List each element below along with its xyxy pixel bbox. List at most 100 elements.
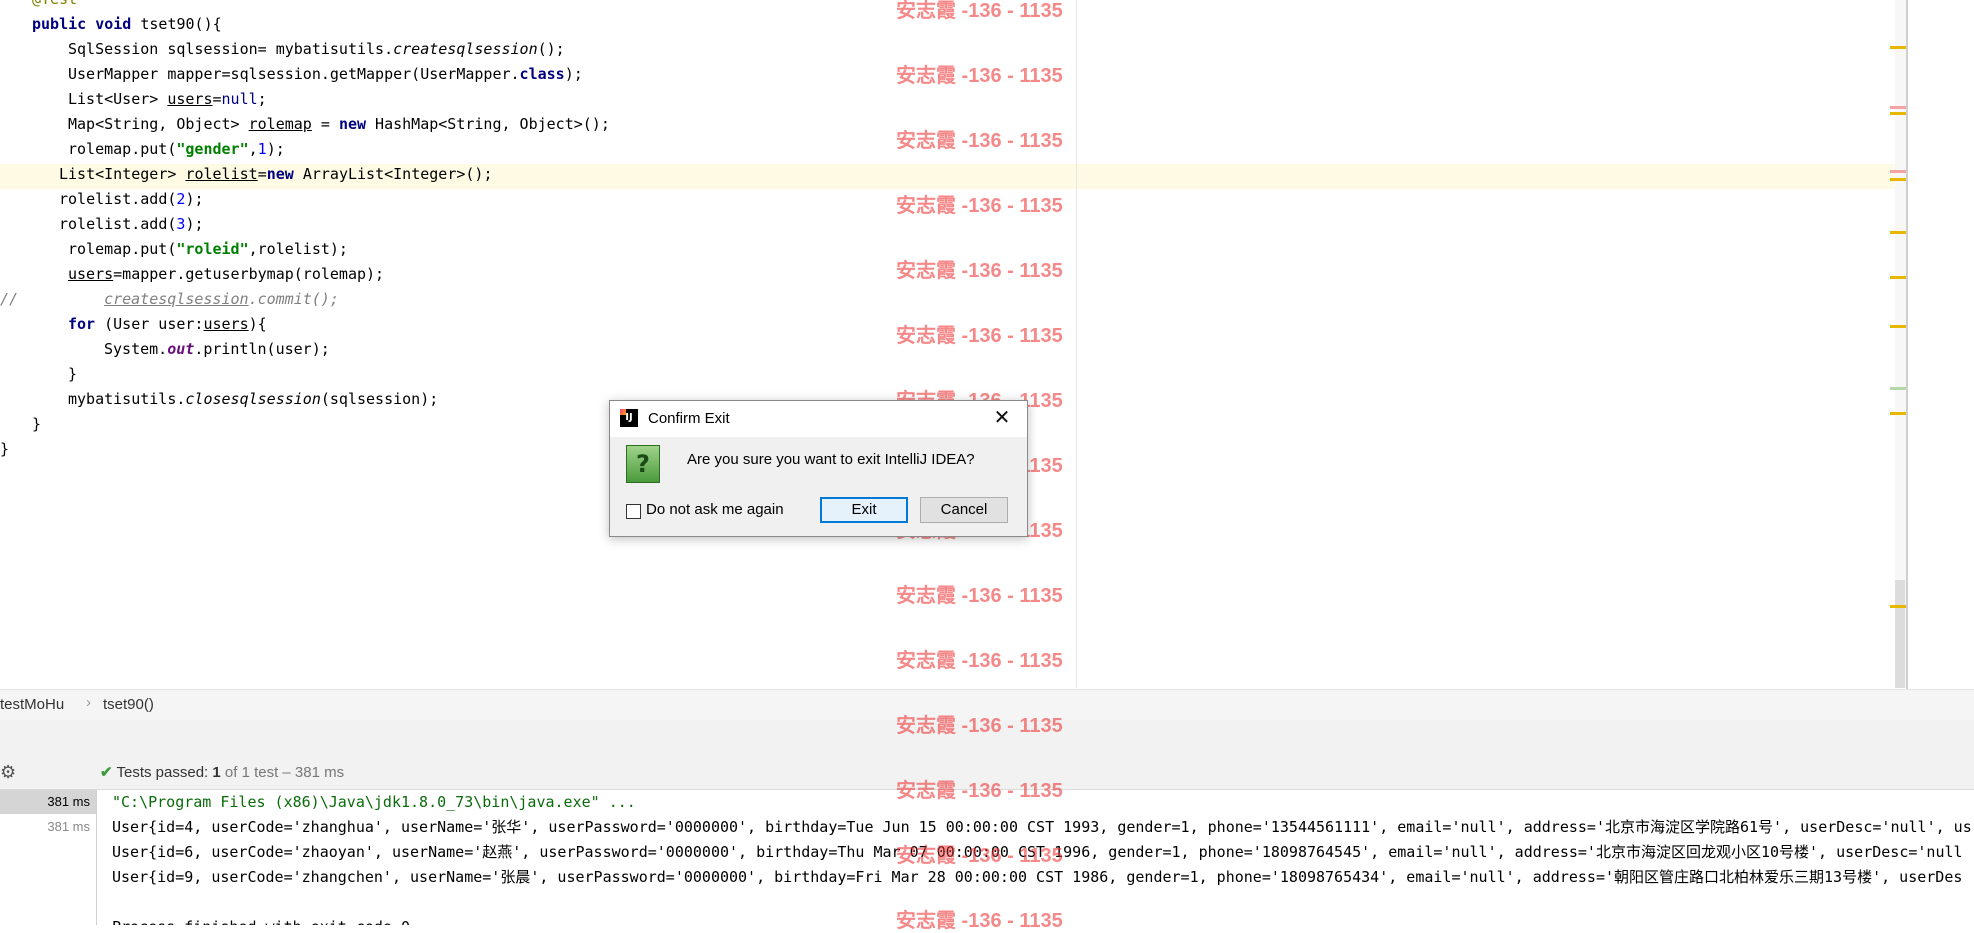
code-token: = [257, 165, 267, 183]
code-line: mybatisutils.closesqlsession(sqlsession)… [68, 387, 438, 412]
code-token: public [32, 15, 87, 33]
exit-button[interactable]: Exit [820, 497, 908, 523]
error-stripe-marker[interactable] [1890, 605, 1906, 608]
code-line: System.out.println(user); [104, 337, 330, 362]
code-token: , [248, 140, 258, 158]
do-not-ask-checkbox[interactable] [626, 504, 641, 519]
code-token: tset90(){ [131, 15, 222, 33]
breadcrumb-class[interactable]: testMoHu [0, 696, 64, 713]
code-token: rolemap.put( [68, 240, 177, 258]
code-token: new [338, 115, 367, 133]
code-token: ); [185, 190, 204, 208]
gear-icon[interactable]: ⚙ [0, 762, 16, 783]
code-token: users [167, 90, 213, 108]
check-icon: ✔ [100, 764, 113, 781]
code-token: @Test [32, 0, 77, 8]
code-token: ; [257, 90, 267, 108]
watermark-text: 安志霞 -136 - 1135 [896, 845, 1063, 867]
code-token: "gender" [176, 140, 249, 158]
watermark-text: 安志霞 -136 - 1135 [896, 910, 1063, 932]
code-token: 1 [257, 140, 267, 158]
code-token: ){ [248, 315, 267, 333]
do-not-ask-label[interactable]: Do not ask me again [646, 501, 784, 518]
code-line: List<User> users=null; [68, 87, 267, 112]
code-token: for [68, 315, 96, 333]
code-line: rolelist.add(2); [59, 187, 204, 212]
breadcrumb-method[interactable]: tset90() [103, 696, 154, 713]
code-line: // createsqlsession.commit(); [0, 287, 339, 312]
confirm-exit-dialog: IJ Confirm Exit ✕ ? Are you sure you wan… [609, 400, 1028, 537]
error-stripe-marker[interactable] [1890, 412, 1906, 415]
code-token: .println(user); [194, 340, 330, 358]
code-token: (); [537, 40, 565, 58]
watermark-text: 安志霞 -136 - 1135 [896, 0, 1063, 22]
code-token: } [0, 440, 10, 458]
error-stripe-marker[interactable] [1890, 178, 1906, 181]
code-token: new [266, 165, 294, 183]
code-line: rolemap.put("roleid",rolelist); [68, 237, 348, 262]
watermark-text: 安志霞 -136 - 1135 [896, 780, 1063, 802]
code-line: List<Integer> rolelist=new ArrayList<Int… [59, 162, 493, 187]
error-stripe-marker[interactable] [1890, 46, 1906, 49]
code-token: users [68, 265, 114, 283]
close-icon[interactable]: ✕ [988, 405, 1016, 431]
error-stripe-marker[interactable] [1890, 276, 1906, 279]
code-token: ); [266, 140, 285, 158]
test-tree-row-test[interactable]: 381 ms [0, 815, 96, 839]
code-token: System. [104, 340, 168, 358]
question-icon: ? [626, 445, 660, 483]
test-tree-row-root[interactable]: 381 ms [0, 790, 96, 814]
code-token: List<User> [68, 90, 168, 108]
code-token: UserMapper mapper=sqlsession.getMapper(U… [68, 65, 520, 83]
cancel-button[interactable]: Cancel [920, 497, 1008, 523]
code-line: } [32, 412, 41, 437]
dialog-message: Are you sure you want to exit IntelliJ I… [687, 451, 975, 468]
console-line-command: "C:\Program Files (x86)\Java\jdk1.8.0_73… [112, 793, 636, 811]
watermark-text: 安志霞 -136 - 1135 [896, 715, 1063, 737]
code-token: = [311, 115, 339, 133]
code-token: rolelist [185, 165, 258, 183]
tests-status-count: 1 [212, 764, 221, 781]
error-stripe-marker[interactable] [1890, 325, 1906, 328]
console-line-user-9: User{id=9, userCode='zhangchen', userNam… [112, 868, 1963, 886]
tests-status: ✔ Tests passed: 1 of 1 test – 381 ms [100, 763, 344, 781]
error-stripe-marker[interactable] [1890, 106, 1906, 109]
watermark-text: 安志霞 -136 - 1135 [896, 260, 1063, 282]
code-token: ); [564, 65, 583, 83]
watermark-text: 安志霞 -136 - 1135 [896, 585, 1063, 607]
code-token: } [32, 415, 42, 433]
dialog-title-bar[interactable]: IJ Confirm Exit ✕ [610, 401, 1027, 437]
code-token: rolelist.add( [59, 190, 177, 208]
code-token: ArrayList<Integer>(); [293, 165, 493, 183]
code-token: mybatisutils. [68, 390, 186, 408]
test-results-tree[interactable]: 381 ms 381 ms [0, 790, 97, 925]
right-margin-guide [1076, 0, 1077, 688]
code-token: SqlSession sqlsession= mybatisutils. [68, 40, 394, 58]
code-line: SqlSession sqlsession= mybatisutils.crea… [68, 37, 565, 62]
code-token: (sqlsession); [320, 390, 439, 408]
code-token: out [167, 340, 195, 358]
code-token: ,rolelist); [248, 240, 348, 258]
watermark-text: 安志霞 -136 - 1135 [896, 650, 1063, 672]
code-token: (User user: [95, 315, 204, 333]
editor-scrollbar-thumb[interactable] [1895, 580, 1905, 688]
error-stripe-marker[interactable] [1890, 231, 1906, 234]
code-token: HashMap<String, Object>(); [366, 115, 610, 133]
tests-status-prefix: Tests passed: [116, 764, 213, 781]
code-token: rolemap.put( [68, 140, 177, 158]
tests-status-rest: of 1 test – 381 ms [220, 764, 345, 781]
error-stripe-marker[interactable] [1890, 112, 1906, 115]
code-token: void [95, 15, 132, 33]
watermark-text: 安志霞 -136 - 1135 [896, 195, 1063, 217]
code-line: rolemap.put("gender",1); [68, 137, 285, 162]
code-line: users=mapper.getuserbymap(rolemap); [68, 262, 384, 287]
code-line: Map<String, Object> rolemap = new HashMa… [68, 112, 610, 137]
error-stripe-marker[interactable] [1890, 170, 1906, 173]
code-token: users [203, 315, 249, 333]
code-token: // [0, 290, 19, 308]
code-token: class [519, 65, 565, 83]
error-stripe-marker[interactable] [1890, 387, 1906, 390]
code-line: } [68, 362, 77, 387]
code-token: "roleid" [176, 240, 249, 258]
